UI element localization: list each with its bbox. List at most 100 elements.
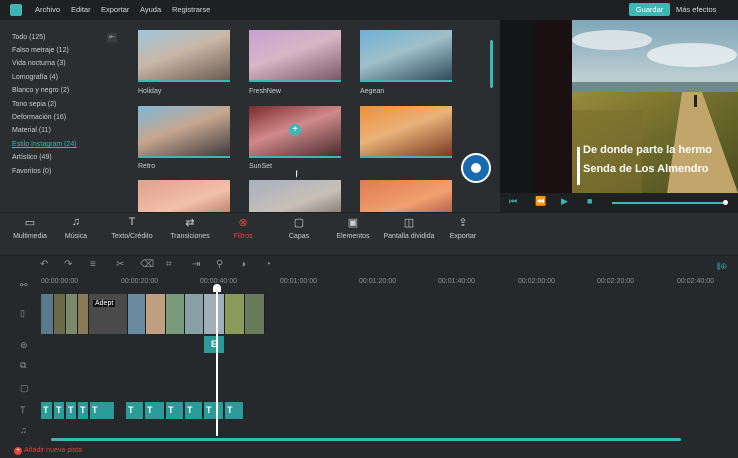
tool-multimedia[interactable]: ▭ Multimedia <box>10 216 50 240</box>
filter-thumb-freshnew[interactable] <box>249 30 341 82</box>
filter-thumb-7[interactable] <box>138 180 230 212</box>
tool-export-label: Exportar <box>449 233 477 240</box>
menu-ayuda[interactable]: Ayuda <box>140 5 161 14</box>
menu-exportar[interactable]: Exportar <box>101 5 129 14</box>
timeline-scrollbar[interactable] <box>51 438 681 441</box>
playback-progress-knob[interactable] <box>723 200 728 205</box>
filter-label-sunset: SunSet <box>249 163 272 170</box>
category-fake-footage[interactable]: Falso metraje (12) <box>12 47 69 54</box>
speed-icon[interactable]: ◔ <box>265 259 271 270</box>
video-clip[interactable] <box>245 294 265 334</box>
video-clip[interactable] <box>128 294 146 334</box>
menu-registrarse[interactable]: Registrarse <box>172 5 210 14</box>
tool-music[interactable]: ♫ Música <box>58 216 94 240</box>
filter-label-retro: Retro <box>138 163 156 170</box>
category-sepia[interactable]: Tono sepia (2) <box>12 101 56 108</box>
category-lomography[interactable]: Lomografía (4) <box>12 74 58 81</box>
category-artistic[interactable]: Artístico (49) <box>12 154 52 161</box>
video-clip[interactable] <box>54 294 66 334</box>
filter-grid-scrollbar[interactable] <box>490 40 493 88</box>
text-clip[interactable]: T <box>90 402 115 419</box>
image-icon: ▣ <box>347 217 359 229</box>
tool-elements-label: Elementos <box>336 233 370 240</box>
zoom-icon[interactable]: ⚲ <box>216 259 223 270</box>
zoom-slider-icon[interactable]: ⫼⊕ <box>717 262 727 272</box>
tool-text[interactable]: T Texto/Crédito <box>106 216 158 240</box>
video-clip[interactable] <box>78 294 89 334</box>
playhead[interactable] <box>216 286 218 436</box>
snap-icon[interactable]: ⚯ <box>20 280 28 291</box>
category-instagram[interactable]: Estilo Instagram (24) <box>12 141 77 148</box>
video-clip[interactable] <box>66 294 78 334</box>
element-track-icon: ▢ <box>20 383 29 393</box>
category-favorites[interactable]: Favoritos (0) <box>12 168 51 175</box>
ruler-tick: 00:02:00:00 <box>518 278 555 285</box>
menu-editar[interactable]: Editar <box>71 5 91 14</box>
text-clip[interactable]: T <box>78 402 89 419</box>
add-track-button[interactable]: Añadir nueva pista <box>24 447 82 454</box>
preview-title-line2: Senda de Los Almendro <box>583 163 709 175</box>
play-icon[interactable]: ▶ <box>561 196 568 207</box>
category-black-white[interactable]: Blanco y negro (2) <box>12 87 69 94</box>
more-effects-link[interactable]: Más efectos <box>676 5 716 14</box>
menu-archivo[interactable]: Archivo <box>35 5 60 14</box>
text-clip[interactable]: T <box>204 402 224 419</box>
category-material[interactable]: Material (11) <box>12 127 51 134</box>
ruler-tick: 00:02:20:00 <box>597 278 634 285</box>
text-clip[interactable]: T <box>185 402 203 419</box>
step-back-icon[interactable]: ⏪ <box>535 196 546 207</box>
save-button[interactable]: Guardar <box>629 3 670 16</box>
add-track-icon[interactable]: + <box>14 447 22 455</box>
tool-filters-label: Filtros <box>233 233 253 240</box>
video-clip-adept[interactable]: Adept <box>89 294 128 334</box>
skip-back-icon[interactable]: ⏮ <box>509 196 517 207</box>
text-clip[interactable]: T <box>54 402 65 419</box>
transition-icon: ⇄ <box>185 217 195 229</box>
tool-text-label: Texto/Crédito <box>111 233 153 240</box>
text-clip[interactable]: T <box>166 402 184 419</box>
collapse-sidebar-button[interactable]: ⇤ <box>107 33 117 42</box>
add-filter-icon[interactable]: + <box>289 124 301 136</box>
video-clip[interactable] <box>146 294 166 334</box>
adjust-icon[interactable]: ≡ <box>90 259 96 270</box>
video-clip[interactable] <box>41 294 54 334</box>
video-clip-label: Adept <box>93 300 116 307</box>
text-clip[interactable]: T <box>41 402 53 419</box>
text-clip[interactable]: T <box>225 402 244 419</box>
tool-export[interactable]: ⇪ Exportar <box>446 216 480 240</box>
crop-icon[interactable]: ⌗ <box>166 259 172 270</box>
tool-overlays[interactable]: ▢ Capas <box>282 216 316 240</box>
playhead-handle[interactable] <box>213 284 221 292</box>
effect-clip[interactable]: E <box>204 336 224 353</box>
video-clip[interactable] <box>204 294 225 334</box>
video-clip[interactable] <box>185 294 204 334</box>
video-clip[interactable] <box>166 294 185 334</box>
ruler-tick: 00:01:20:00 <box>359 278 396 285</box>
stop-icon[interactable]: ■ <box>587 196 592 206</box>
export-icon: ⇪ <box>458 217 468 229</box>
text-clip[interactable]: T <box>126 402 144 419</box>
category-nightlife[interactable]: Vida nocturna (3) <box>12 60 66 67</box>
watermark-logo: برامج العربية <box>158 150 496 190</box>
redo-icon[interactable]: ↷ <box>64 259 72 270</box>
delete-icon[interactable]: ⌫ <box>140 259 154 270</box>
tool-elements[interactable]: ▣ Elementos <box>334 216 372 240</box>
video-clip[interactable] <box>225 294 245 334</box>
color-icon[interactable]: ◑ <box>240 259 246 270</box>
text-clip[interactable]: T <box>145 402 165 419</box>
split-icon[interactable]: ⇥ <box>192 259 200 270</box>
category-all[interactable]: Todo (125) <box>12 34 45 41</box>
preview-title-bar <box>577 147 580 185</box>
filter-thumb-aegean[interactable] <box>360 30 452 82</box>
filter-thumb-holiday[interactable] <box>138 30 230 82</box>
text-clip[interactable]: T <box>66 402 77 419</box>
cut-icon[interactable]: ✂ <box>116 259 124 270</box>
undo-icon[interactable]: ↶ <box>40 259 48 270</box>
tool-split-screen[interactable]: ◫ Pantalla dividida <box>380 216 438 240</box>
filter-thumb-retro[interactable] <box>138 106 230 158</box>
category-distortion[interactable]: Deformación (16) <box>12 114 66 121</box>
playback-progress-bar[interactable] <box>612 202 727 204</box>
effect-track-icon: ⊚ <box>20 340 28 350</box>
tool-filters[interactable]: ⊗ Filtros <box>226 216 260 240</box>
tool-transitions[interactable]: ⇄ Transiciones <box>166 216 214 240</box>
